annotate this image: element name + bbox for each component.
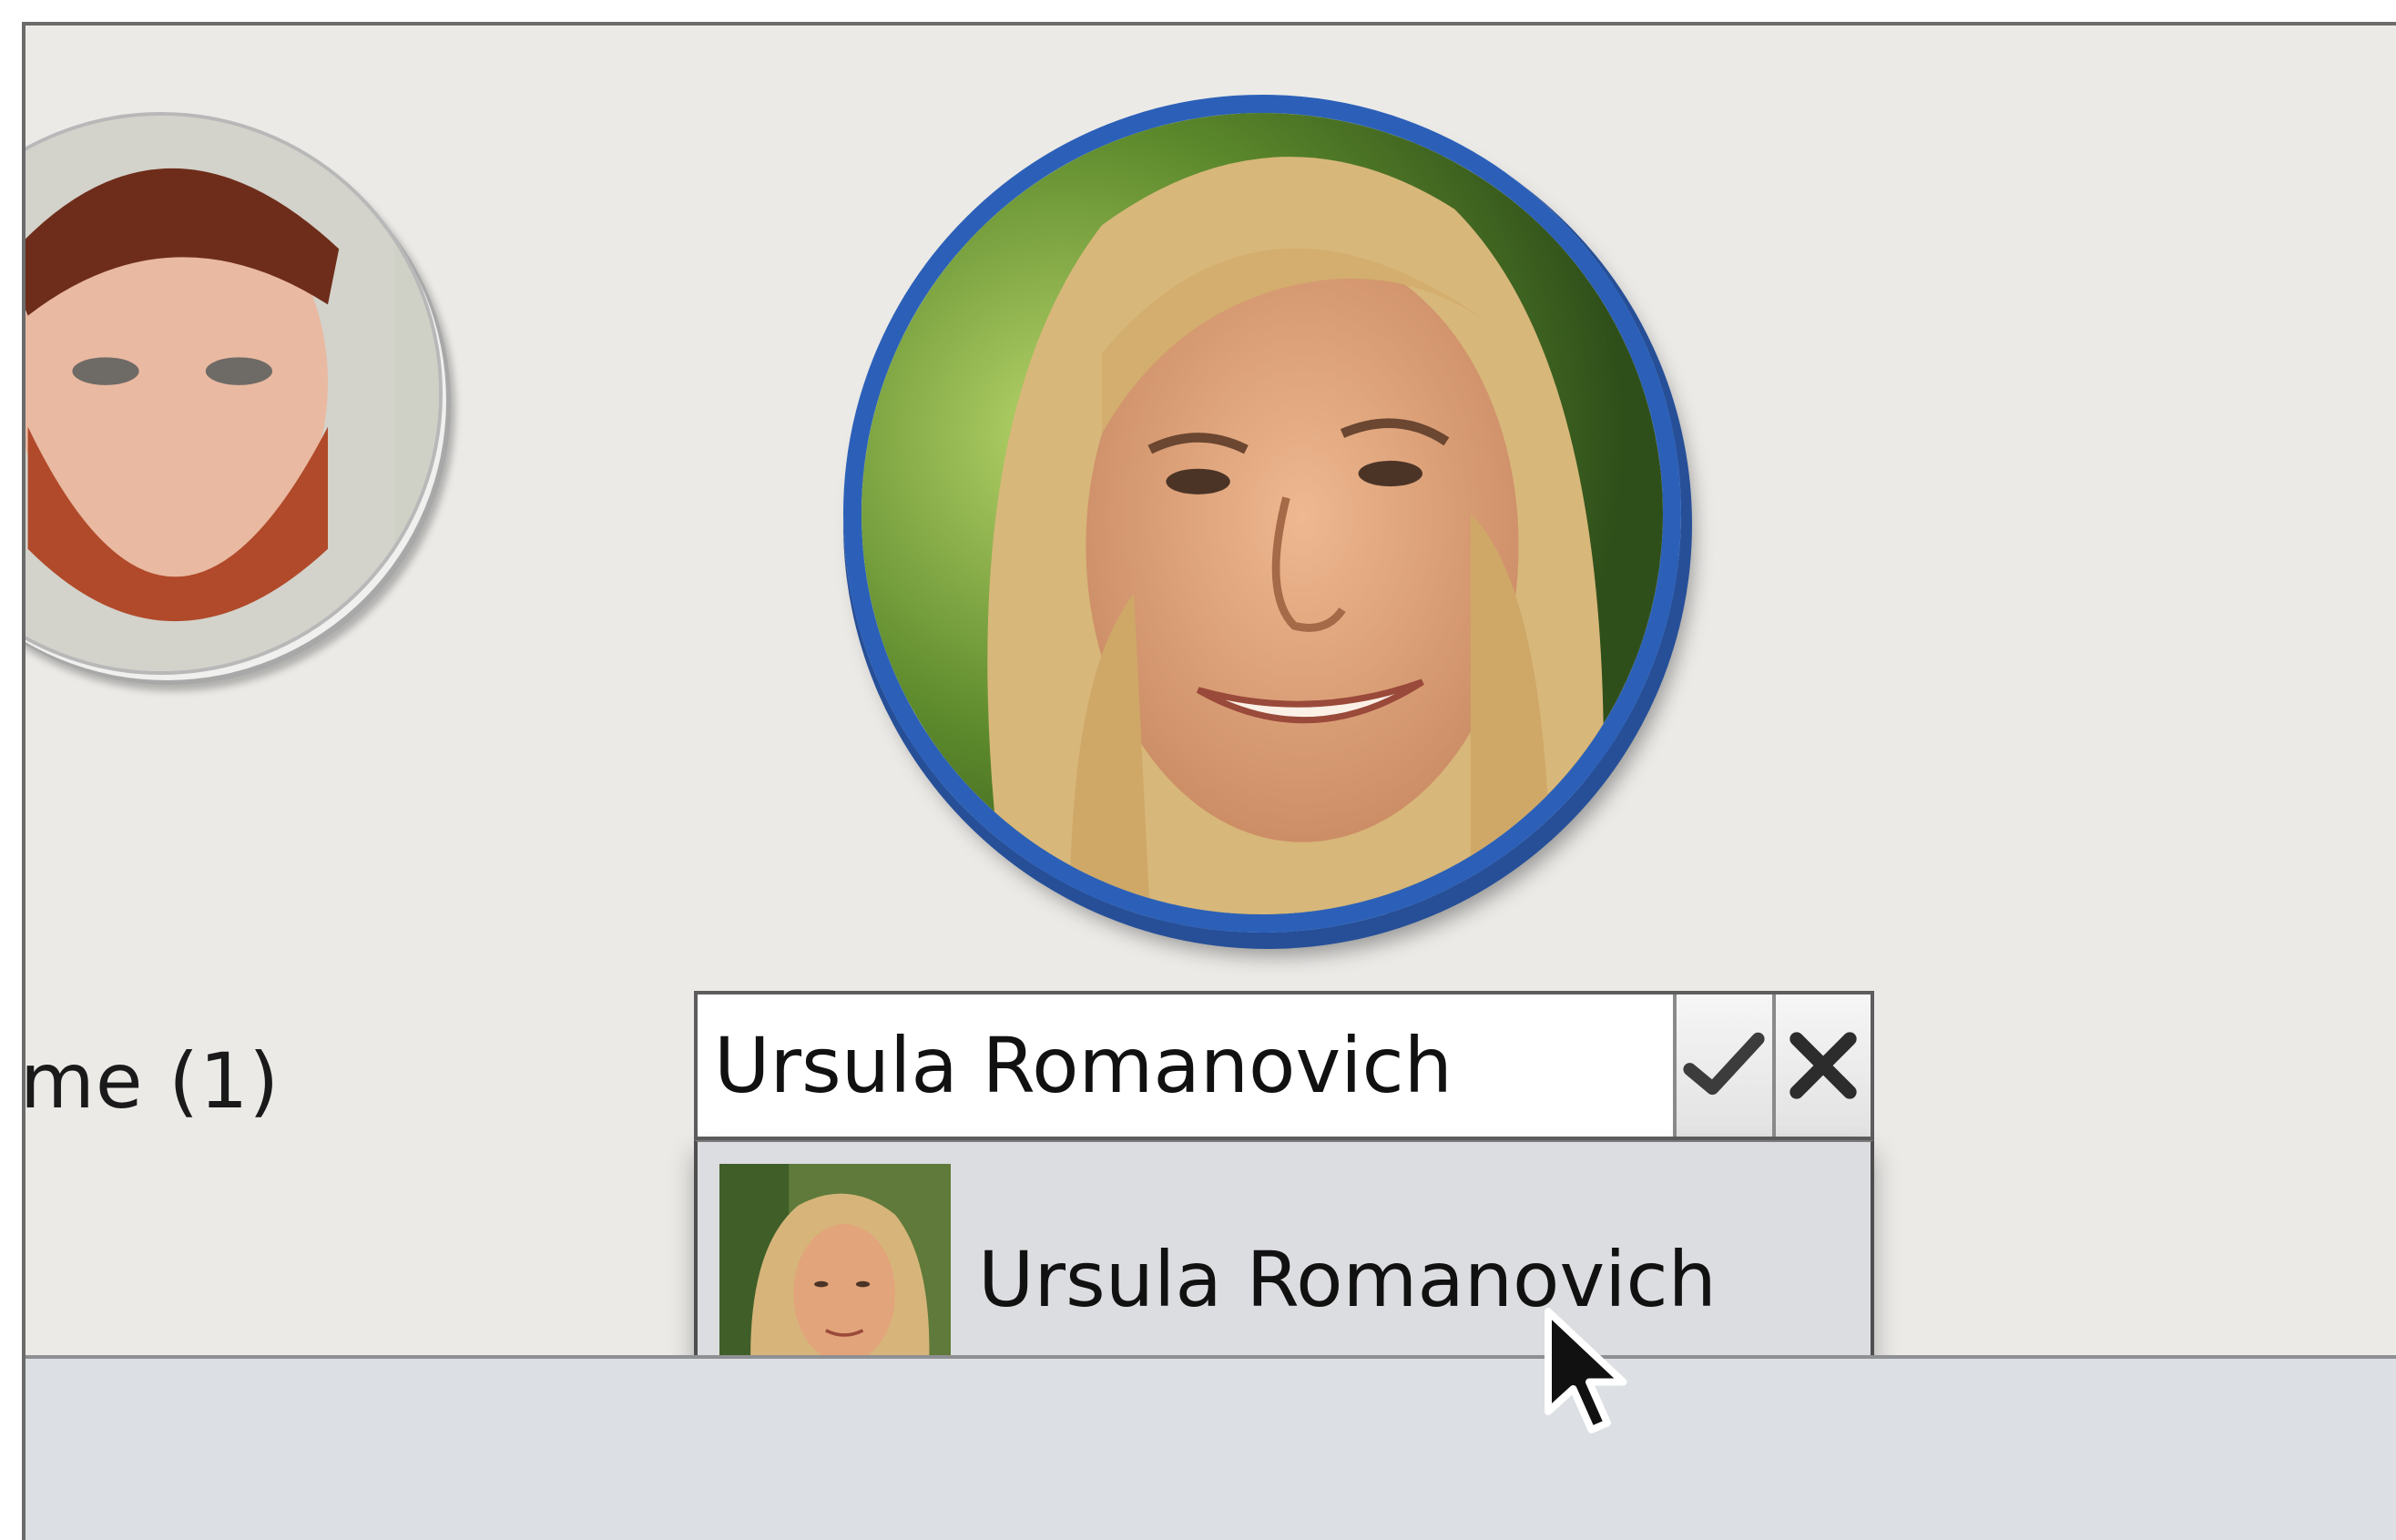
close-icon xyxy=(1789,1032,1857,1099)
people-view: me (1) Ursula Romanovich Ursula Romanovi… xyxy=(22,22,2396,1540)
face-photo-left xyxy=(25,116,439,671)
face-thumbnail-selected[interactable] xyxy=(843,95,1681,933)
person-name-editor xyxy=(694,991,1874,1140)
checkmark-icon xyxy=(1683,1032,1765,1096)
person-name-label-left[interactable]: me (1) xyxy=(25,1036,280,1126)
cancel-name-button[interactable] xyxy=(1771,994,1871,1137)
mouse-pointer-icon xyxy=(1545,1308,1627,1433)
face-thumbnail-left[interactable] xyxy=(25,112,443,675)
confirm-name-button[interactable] xyxy=(1673,994,1772,1137)
bottom-panel xyxy=(25,1355,2396,1540)
face-photo-selected xyxy=(862,113,1663,914)
person-name-input[interactable] xyxy=(698,994,1673,1137)
